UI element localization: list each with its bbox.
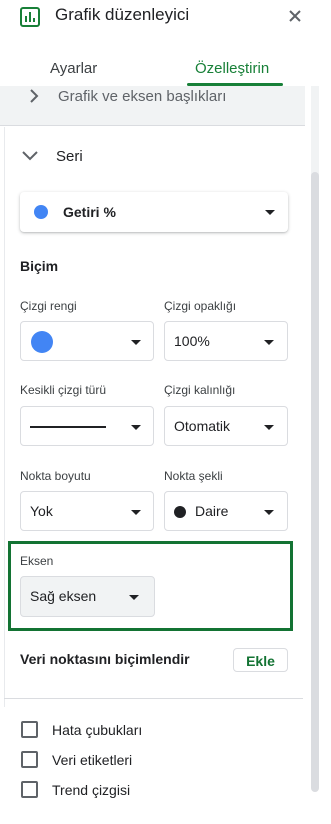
point-shape-select[interactable]: Daire xyxy=(164,491,288,531)
dropdown-caret-icon xyxy=(131,340,141,345)
line-thickness-select[interactable]: Otomatik xyxy=(164,406,288,446)
close-icon[interactable] xyxy=(287,8,303,24)
trendline-label: Trend çizgisi xyxy=(52,782,131,798)
axis-select[interactable]: Sağ eksen xyxy=(20,576,155,617)
dash-type-select[interactable] xyxy=(20,406,154,446)
dropdown-caret-icon xyxy=(264,425,274,430)
editor-title: Grafik düzenleyici xyxy=(55,5,190,24)
chart-editor-panel: Grafik düzenleyici Ayarlar Özelleştirin … xyxy=(0,0,331,824)
solid-line-sample xyxy=(30,426,106,428)
point-size-label: Nokta boyutu xyxy=(20,469,91,483)
axis-select-value: Sağ eksen xyxy=(30,588,97,604)
format-heading: Biçim xyxy=(20,258,59,274)
line-opacity-select[interactable]: 100% xyxy=(164,321,288,361)
chevron-down-icon xyxy=(22,151,38,161)
dropdown-caret-icon xyxy=(131,510,141,515)
dropdown-caret-icon xyxy=(131,425,141,430)
point-size-value: Yok xyxy=(30,503,53,519)
editor-header: Grafik düzenleyici xyxy=(0,0,331,40)
dropdown-caret-icon xyxy=(129,595,139,600)
dropdown-caret-icon xyxy=(264,340,274,345)
line-color-select[interactable] xyxy=(20,321,154,361)
data-labels-label: Veri etiketleri xyxy=(52,752,133,768)
point-size-select[interactable]: Yok xyxy=(20,491,154,531)
add-button-label: Ekle xyxy=(246,653,275,669)
series-color-dot xyxy=(34,205,48,219)
point-shape-label: Nokta şekli xyxy=(164,469,223,483)
section-divider xyxy=(4,698,303,699)
format-data-point-label: Veri noktasını biçimlendir xyxy=(20,651,190,667)
line-opacity-value: 100% xyxy=(174,333,210,349)
trendline-checkbox-row[interactable]: Trend çizgisi xyxy=(20,780,220,800)
error-bars-checkbox[interactable] xyxy=(21,721,38,738)
tab-customize[interactable]: Özelleştirin xyxy=(195,60,269,77)
chart-axis-titles-section[interactable]: Grafik ve eksen başlıkları xyxy=(0,86,305,126)
scrollbar-thumb[interactable] xyxy=(311,172,319,792)
collapsed-section-label: Grafik ve eksen başlıkları xyxy=(58,88,227,105)
error-bars-label: Hata çubukları xyxy=(52,722,143,738)
series-select-value: Getiri % xyxy=(63,204,116,220)
line-color-label: Çizgi rengi xyxy=(20,299,77,313)
add-data-point-button[interactable]: Ekle xyxy=(233,648,288,672)
tab-setup[interactable]: Ayarlar xyxy=(50,60,97,77)
series-section-title: Seri xyxy=(56,148,83,165)
error-bars-checkbox-row[interactable]: Hata çubukları xyxy=(20,720,220,740)
trendline-checkbox[interactable] xyxy=(21,781,38,798)
axis-label: Eksen xyxy=(20,554,54,568)
data-labels-checkbox[interactable] xyxy=(21,751,38,768)
line-thickness-value: Otomatik xyxy=(174,418,231,434)
editor-tabs: Ayarlar Özelleştirin xyxy=(0,40,331,86)
point-shape-value: Daire xyxy=(195,503,229,519)
dropdown-caret-icon xyxy=(265,210,275,215)
series-select[interactable]: Getiri % xyxy=(20,192,288,232)
section-border xyxy=(4,127,5,707)
bar-chart-icon xyxy=(20,7,40,27)
dash-type-label: Kesikli çizgi türü xyxy=(20,383,107,397)
series-section-header[interactable]: Seri xyxy=(22,146,222,168)
data-labels-checkbox-row[interactable]: Veri etiketleri xyxy=(20,750,220,770)
line-thickness-label: Çizgi kalınlığı xyxy=(164,383,236,397)
circle-shape-icon xyxy=(174,506,186,518)
chevron-right-icon xyxy=(30,89,39,103)
line-color-swatch xyxy=(31,331,53,353)
dropdown-caret-icon xyxy=(264,510,274,515)
line-opacity-label: Çizgi opaklığı xyxy=(164,299,237,313)
